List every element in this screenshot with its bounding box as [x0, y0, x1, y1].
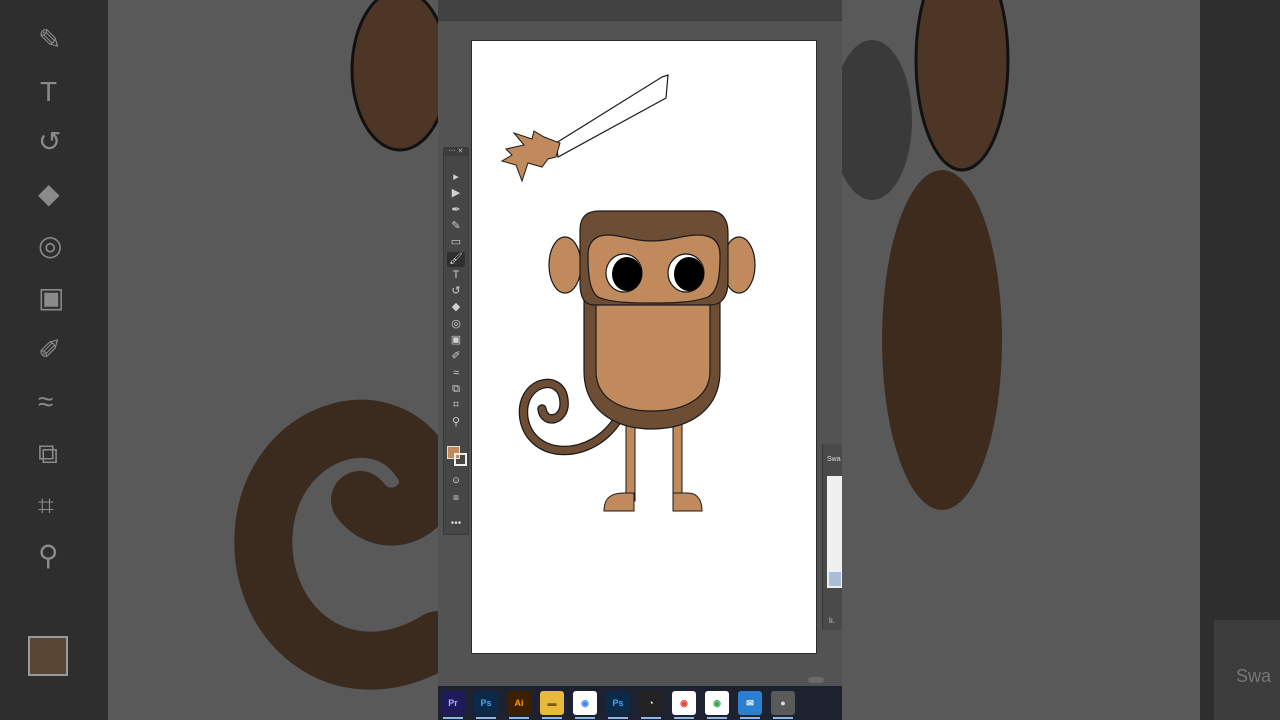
draw-mode-icon[interactable]: ⊙	[447, 473, 465, 488]
taskbar-app-generic-icon[interactable]: ●	[771, 691, 795, 715]
monkey-foot-left	[603, 492, 635, 512]
selection-tool-icon[interactable]: ▸	[447, 170, 465, 185]
eyedropper-tool-icon[interactable]: ✐	[447, 349, 465, 364]
swatches-panel-title[interactable]: Swa	[827, 456, 841, 463]
blurred-monkey-right	[842, 0, 1010, 510]
taskbar-mail-icon[interactable]: ✉	[738, 691, 762, 715]
shape-builder-tool-icon[interactable]: ⧉	[447, 382, 465, 397]
rotate-tool-icon[interactable]: ↺	[447, 284, 465, 299]
taskbar-running-indicator	[773, 717, 793, 719]
selected-swatch[interactable]	[829, 572, 841, 586]
background-zoom-right: Swa	[842, 0, 1280, 720]
taskbar-running-indicator	[443, 717, 463, 719]
type-tool-icon[interactable]: T	[447, 268, 465, 283]
taskbar-photoshop-2-icon[interactable]: Ps	[606, 691, 630, 715]
taskbar-chrome-icon[interactable]: ◉	[573, 691, 597, 715]
blurred-monkey-left	[234, 0, 438, 690]
taskbar-running-indicator	[608, 717, 628, 719]
swatches-panel: Swa lı.	[822, 444, 842, 630]
taskbar-running-indicator	[509, 717, 529, 719]
rectangle-tool-icon[interactable]: ▭	[447, 235, 465, 250]
pen-tool-icon[interactable]: ✒	[447, 203, 465, 218]
monkey-leg-left	[625, 420, 636, 502]
taskbar-running-indicator	[575, 717, 595, 719]
tools-panel: ⋯ ✕ ▸ ▶ ✒ ✎ ▭ 🖌 T ↺ ◆ ◎ ▣ ✐ ≈ ⧉ ⌗ ⚲ ⊙ ⧈ •••	[443, 147, 469, 535]
taskbar-running-indicator	[476, 717, 496, 719]
swatch-library-icon[interactable]: lı.	[829, 616, 835, 625]
monkey-foot-right	[672, 492, 703, 512]
screen-mode-icon[interactable]: ⧈	[447, 490, 465, 505]
stroke-color-swatch[interactable]	[454, 453, 467, 466]
brush-stroke-drawing	[500, 74, 669, 183]
taskbar-running-indicator	[674, 717, 694, 719]
artboard-tool-icon[interactable]: ⌗	[447, 398, 465, 413]
direct-selection-tool-icon[interactable]: ▶	[447, 186, 465, 201]
artboard[interactable]	[472, 41, 816, 653]
blurred-swatches-tab: Swa	[1214, 620, 1280, 720]
taskbar-photoshop-icon[interactable]: Ps	[474, 691, 498, 715]
paintbrush-tool-icon[interactable]: 🖌	[447, 251, 465, 267]
taskbar-screen-recorder-icon[interactable]: ◔	[639, 691, 663, 715]
tools-panel-grip[interactable]: ⋯ ✕	[444, 148, 468, 156]
edit-toolbar-button[interactable]: •••	[447, 518, 465, 529]
gradient-tool-icon[interactable]: ▣	[447, 333, 465, 348]
curvature-tool-icon[interactable]: ✎	[447, 219, 465, 234]
windows-taskbar: Pr Ps Ai ▬ ◉ Ps ◔ ◉ ◉ ✉ ●	[438, 686, 842, 720]
horizontal-scrollbar[interactable]	[808, 677, 824, 683]
taskbar-chrome-2-icon[interactable]: ◉	[672, 691, 696, 715]
monkey-illustration	[500, 74, 756, 512]
taskbar-running-indicator	[740, 717, 760, 719]
swatches-list[interactable]	[827, 476, 842, 588]
eraser-tool-icon[interactable]: ◆	[447, 300, 465, 315]
taskbar-running-indicator	[641, 717, 661, 719]
taskbar-illustrator-icon[interactable]: Ai	[507, 691, 531, 715]
monkey-ear-left	[548, 236, 582, 294]
monkey-leg-right	[672, 420, 683, 502]
taskbar-running-indicator	[707, 717, 727, 719]
blend-tool-icon[interactable]: ≈	[447, 366, 465, 381]
background-zoom-left: ✎ T ↺ ◆ ◎ ▣ ✐ ≈ ⧉ ⌗ ⚲	[0, 0, 438, 720]
taskbar-running-indicator	[542, 717, 562, 719]
taskbar-premiere-pro-icon[interactable]: Pr	[441, 691, 465, 715]
document-tab-bar	[438, 0, 842, 21]
illustrator-window: ⋯ ✕ ▸ ▶ ✒ ✎ ▭ 🖌 T ↺ ◆ ◎ ▣ ✐ ≈ ⧉ ⌗ ⚲ ⊙ ⧈ ••• Swa lı.	[438, 0, 842, 686]
zoom-tool-icon[interactable]: ⚲	[447, 415, 465, 430]
taskbar-file-explorer-icon[interactable]: ▬	[540, 691, 564, 715]
lasso-tool-icon[interactable]: ◎	[447, 317, 465, 332]
taskbar-chrome-3-icon[interactable]: ◉	[705, 691, 729, 715]
